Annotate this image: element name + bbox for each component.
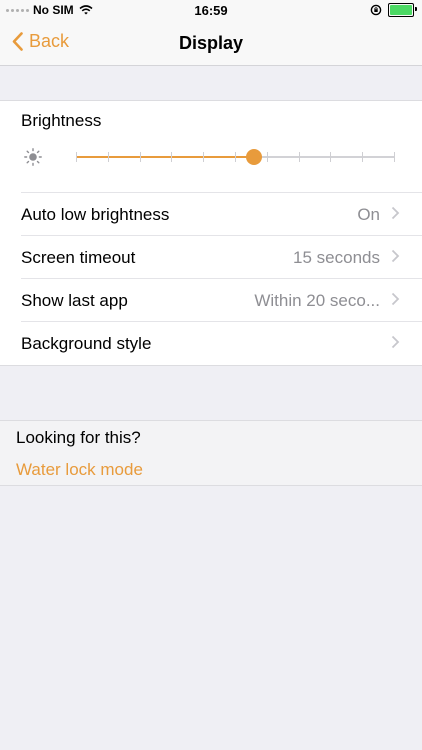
suggestion-title: Looking for this? (16, 428, 141, 447)
slider-tick (394, 152, 395, 162)
slider-knob[interactable] (246, 149, 263, 165)
display-settings-card: Brightness Auto low brightness On Screen… (0, 100, 422, 366)
slider-tick (171, 152, 172, 162)
chevron-right-icon (391, 292, 400, 306)
row-show-last-app[interactable]: Show last app Within 20 seco... (21, 278, 422, 321)
row-screen-timeout[interactable]: Screen timeout 15 seconds (21, 235, 422, 278)
status-bar: No SIM 16:59 (0, 0, 422, 20)
suggestion-section: Looking for this? Water lock mode (0, 420, 422, 486)
row-value: 15 seconds (293, 248, 380, 267)
row-value: Within 20 seco... (254, 291, 380, 310)
chevron-right-icon (391, 249, 400, 263)
slider-tick (330, 152, 331, 162)
slider-tick (362, 152, 363, 162)
slider-tick (203, 152, 204, 162)
row-label: Screen timeout (21, 248, 136, 267)
row-auto-low-brightness[interactable]: Auto low brightness On (21, 192, 422, 235)
slider-tick (76, 152, 77, 162)
battery-charging-icon (388, 3, 417, 17)
row-label: Auto low brightness (21, 205, 170, 224)
row-value: On (357, 205, 380, 224)
chevron-right-icon (391, 335, 400, 349)
navigation-bar: Back Display (0, 20, 422, 66)
chevron-right-icon (391, 206, 400, 220)
slider-fill (76, 156, 255, 158)
status-right (370, 3, 417, 17)
sun-icon (24, 148, 42, 166)
brightness-slider[interactable] (76, 146, 395, 168)
slider-tick (108, 152, 109, 162)
brightness-label: Brightness (21, 111, 102, 130)
row-background-style[interactable]: Background style (21, 321, 422, 364)
row-label: Background style (21, 334, 152, 353)
row-label: Show last app (21, 291, 128, 310)
slider-tick (267, 152, 268, 162)
slider-tick (235, 152, 236, 162)
slider-tick (140, 152, 141, 162)
rotation-lock-icon (370, 4, 382, 16)
water-lock-mode-link[interactable]: Water lock mode (16, 460, 143, 480)
status-time: 16:59 (194, 3, 228, 18)
slider-tick (299, 152, 300, 162)
page-title: Display (178, 33, 244, 53)
